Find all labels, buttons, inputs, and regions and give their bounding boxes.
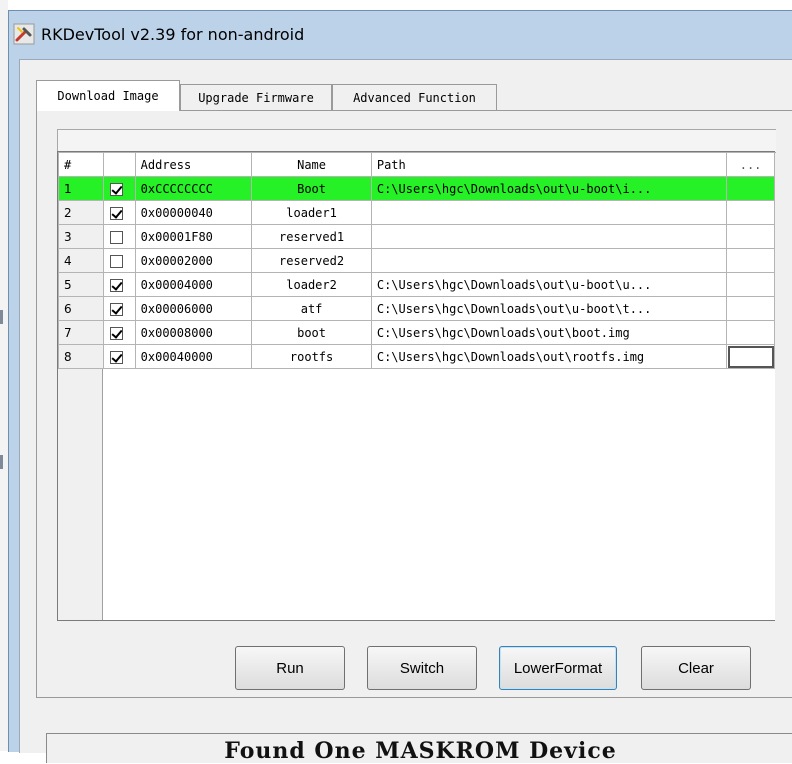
tab-download-image[interactable]: Download Image (36, 80, 180, 111)
edge-marker (0, 310, 3, 324)
row-address[interactable]: 0x00004000 (134, 272, 253, 297)
row-name[interactable]: Boot (251, 176, 372, 201)
image-table: # Address Name Path ... 1 0xCCCCCCCC Boot C… (58, 152, 775, 369)
row-address[interactable]: 0xCCCCCCCC (134, 176, 253, 201)
tab-upgrade-firmware[interactable]: Upgrade Firmware (180, 84, 332, 110)
download-image-panel: # Address Name Path ... 1 0xCCCCCCCC Boot C… (36, 110, 792, 698)
row-path[interactable]: C:\Users\hgc\Downloads\out\u-boot\t... (370, 296, 728, 321)
client-area: Download Image Upgrade Firmware Advanced… (19, 59, 792, 764)
table-row[interactable]: 5 0x00004000 loader2 C:\Users\hgc\Downloads… (58, 272, 775, 297)
row-index: 7 (58, 320, 104, 345)
row-index: 1 (58, 176, 104, 201)
table-row[interactable]: 7 0x00008000 boot C:\Users\hgc\Downloads\ou… (58, 320, 775, 345)
row-name[interactable]: rootfs (251, 344, 372, 369)
desktop-left-edge (0, 0, 8, 751)
edge-marker (0, 455, 3, 469)
image-grid: # Address Name Path ... 1 0xCCCCCCCC Boot C… (57, 151, 775, 621)
table-row[interactable]: 2 0x00000040 loader1 (58, 200, 775, 225)
row-browse-cell[interactable] (726, 200, 775, 225)
row-browse-cell[interactable] (726, 296, 775, 321)
table-row[interactable]: 8 0x00040000 rootfs C:\Users\hgc\Downloads\… (58, 344, 775, 369)
column-header-name[interactable]: Name (251, 152, 372, 177)
row-browse-cell[interactable] (726, 176, 775, 201)
row-name[interactable]: boot (251, 320, 372, 345)
window-title: RKDevTool v2.39 for non-android (41, 25, 305, 44)
row-index: 2 (58, 200, 104, 225)
row-browse-cell[interactable] (726, 272, 775, 297)
column-header-check[interactable] (102, 152, 136, 177)
row-name[interactable]: loader2 (251, 272, 372, 297)
row-address[interactable]: 0x00002000 (134, 248, 253, 273)
row-name[interactable]: loader1 (251, 200, 372, 225)
row-enable-checkbox[interactable] (109, 254, 123, 268)
tab-label: Upgrade Firmware (198, 90, 314, 105)
row-checkbox-cell (102, 344, 136, 369)
row-browse-cell[interactable] (726, 320, 775, 345)
clear-button[interactable]: Clear (641, 646, 751, 690)
switch-button[interactable]: Switch (367, 646, 477, 690)
row-checkbox-cell (102, 320, 136, 345)
table-row[interactable]: 3 0x00001F80 reserved1 (58, 224, 775, 249)
row-address[interactable]: 0x00000040 (134, 200, 253, 225)
row-browse-cell[interactable] (726, 224, 775, 249)
row-path[interactable] (370, 200, 728, 225)
row-enable-checkbox[interactable] (109, 350, 123, 364)
row-name[interactable]: reserved2 (251, 248, 372, 273)
row-address[interactable]: 0x00006000 (134, 296, 253, 321)
column-header-path[interactable]: Path (370, 152, 728, 177)
row-path[interactable]: C:\Users\hgc\Downloads\out\u-boot\u... (370, 272, 728, 297)
title-bar[interactable]: RKDevTool v2.39 for non-android (9, 11, 792, 55)
row-address[interactable]: 0x00008000 (134, 320, 253, 345)
row-name[interactable]: reserved1 (251, 224, 372, 249)
run-button[interactable]: Run (235, 646, 345, 690)
row-address[interactable]: 0x00001F80 (134, 224, 253, 249)
table-row[interactable]: 6 0x00006000 atf C:\Users\hgc\Downloads\out… (58, 296, 775, 321)
row-path[interactable] (370, 224, 728, 249)
row-checkbox-cell (102, 224, 136, 249)
row-index: 6 (58, 296, 104, 321)
table-row[interactable]: 4 0x00002000 reserved2 (58, 248, 775, 273)
column-header-address[interactable]: Address (134, 152, 253, 177)
lower-format-button[interactable]: LowerFormat (499, 646, 617, 690)
app-tool-icon (13, 23, 35, 45)
row-index: 3 (58, 224, 104, 249)
status-message: Found One MASKROM Device (224, 738, 617, 764)
grid-top-strip (57, 129, 776, 153)
row-path[interactable]: C:\Users\hgc\Downloads\out\rootfs.img (370, 344, 728, 369)
row-enable-checkbox[interactable] (109, 302, 123, 316)
table-header-row: # Address Name Path ... (58, 152, 775, 177)
row-checkbox-cell (102, 176, 136, 201)
row-enable-checkbox[interactable] (109, 326, 123, 340)
status-bar: Found One MASKROM Device (46, 733, 792, 764)
column-header-more[interactable]: ... (726, 152, 775, 177)
row-path[interactable]: C:\Users\hgc\Downloads\out\u-boot\i... (370, 176, 728, 201)
row-checkbox-cell (102, 296, 136, 321)
column-header-index[interactable]: # (58, 152, 104, 177)
row-checkbox-cell (102, 272, 136, 297)
row-index: 5 (58, 272, 104, 297)
row-browse-cell[interactable] (726, 248, 775, 273)
table-row[interactable]: 1 0xCCCCCCCC Boot C:\Users\hgc\Downloads\ou… (58, 176, 775, 201)
row-name[interactable]: atf (251, 296, 372, 321)
row-browse-cell[interactable] (726, 344, 775, 369)
app-window: RKDevTool v2.39 for non-android Download… (8, 10, 792, 764)
row-checkbox-cell (102, 248, 136, 273)
row-enable-checkbox[interactable] (109, 278, 123, 292)
tab-advanced-function[interactable]: Advanced Function (332, 84, 497, 110)
tab-label: Download Image (57, 89, 159, 103)
row-index: 8 (58, 344, 104, 369)
row-address[interactable]: 0x00040000 (134, 344, 253, 369)
row-checkbox-cell (102, 200, 136, 225)
row-path[interactable] (370, 248, 728, 273)
row-enable-checkbox[interactable] (109, 230, 123, 244)
row-path[interactable]: C:\Users\hgc\Downloads\out\boot.img (370, 320, 728, 345)
tab-label: Advanced Function (353, 90, 476, 105)
row-index: 4 (58, 248, 104, 273)
row-enable-checkbox[interactable] (109, 206, 123, 220)
row-enable-checkbox[interactable] (109, 182, 123, 196)
